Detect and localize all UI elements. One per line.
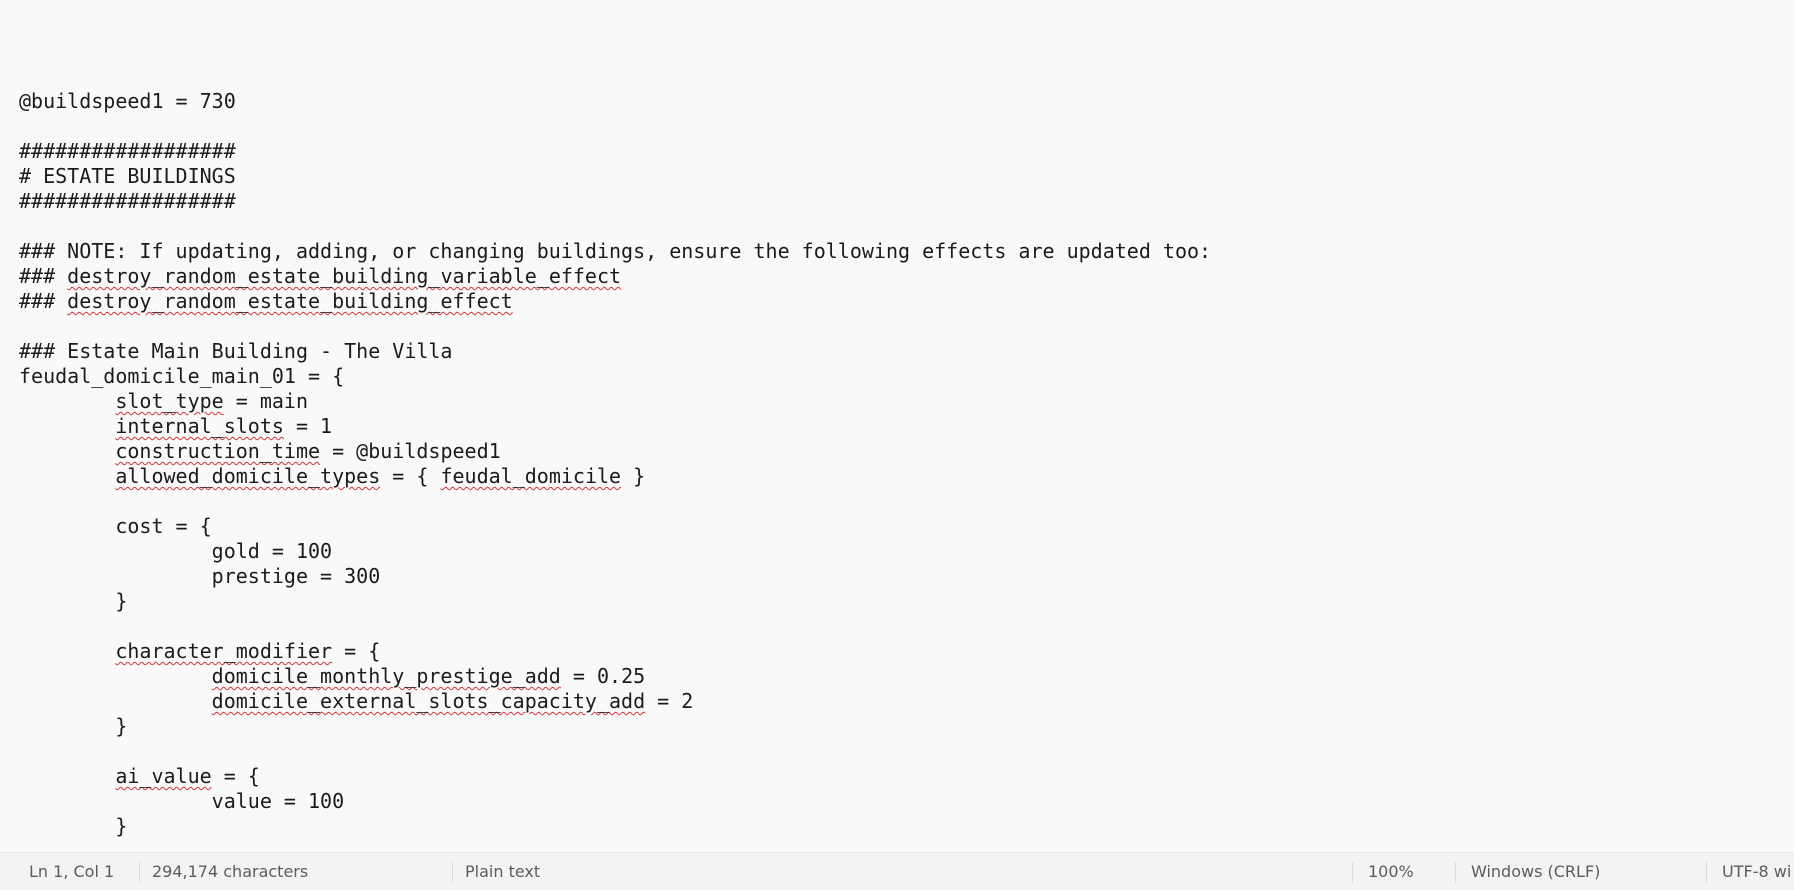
code-line: cost = {	[19, 514, 212, 538]
code-line: ### destroy_random_estate_building_varia…	[19, 264, 622, 288]
misspelled-word[interactable]: domicile_external_slots_capacity_add	[212, 689, 645, 713]
status-separator	[139, 862, 140, 883]
line-ending[interactable]: Windows (CRLF)	[1471, 853, 1600, 890]
misspelled-word[interactable]: slot_type	[115, 389, 223, 413]
misspelled-word[interactable]: construction_time	[115, 439, 320, 463]
status-separator	[1352, 862, 1353, 883]
encoding[interactable]: UTF-8 wi	[1722, 853, 1791, 890]
code-line: ##################	[19, 139, 236, 163]
character-count: 294,174 characters	[152, 862, 309, 881]
text-editor-area[interactable]: @buildspeed1 = 730 ################## # ES…	[0, 0, 1794, 852]
code-line: }	[19, 714, 128, 738]
code-line: }	[19, 814, 128, 838]
notepad-window: @buildspeed1 = 730 ################## # ES…	[0, 0, 1794, 890]
document-text[interactable]: @buildspeed1 = 730 ################## # ES…	[19, 64, 1211, 852]
code-line: value = 100	[19, 789, 345, 813]
misspelled-word[interactable]: internal_slots	[115, 414, 284, 438]
code-line: internal_slots = 1	[115, 414, 333, 438]
misspelled-word[interactable]: destroy_random_estate_building_effect	[67, 289, 513, 313]
status-separator	[452, 862, 453, 883]
misspelled-word[interactable]: domicile_monthly_prestige_add	[212, 664, 561, 688]
code-line: @buildspeed1 = 730	[19, 89, 236, 113]
code-line: domicile_monthly_prestige_add = 0.25	[211, 664, 646, 688]
text-format[interactable]: Plain text	[465, 853, 540, 890]
code-line: ### NOTE: If updating, adding, or changi…	[19, 239, 1212, 263]
code-line: ##################	[19, 189, 236, 213]
code-line: ai_value = {	[115, 764, 260, 788]
code-line: ### Estate Main Building - The Villa	[19, 339, 453, 363]
code-line: }	[19, 589, 128, 613]
code-line: # ESTATE BUILDINGS	[19, 164, 236, 188]
status-bar: Ln 1, Col 1 294,174 characters Plain tex…	[0, 852, 1794, 890]
status-separator	[1706, 862, 1707, 883]
misspelled-word[interactable]: feudal_domicile	[440, 464, 621, 488]
misspelled-word[interactable]: destroy_random_estate_building_variable_…	[67, 264, 621, 288]
code-line: gold = 100	[19, 539, 333, 563]
status-separator	[1455, 862, 1456, 883]
cursor-position[interactable]: Ln 1, Col 1	[29, 853, 114, 890]
code-line: prestige = 300	[19, 564, 381, 588]
misspelled-word[interactable]: ai_value	[115, 764, 211, 788]
code-line: domicile_external_slots_capacity_add = 2	[211, 689, 694, 713]
misspelled-word[interactable]: allowed_domicile_types	[115, 464, 380, 488]
misspelled-word[interactable]: character_modifier	[115, 639, 332, 663]
code-line: ### destroy_random_estate_building_effec…	[19, 289, 513, 313]
code-line: construction_time = @buildspeed1	[115, 439, 501, 463]
code-line: allowed_domicile_types = { feudal_domici…	[115, 464, 646, 488]
code-line: character_modifier = {	[115, 639, 381, 663]
zoom-level[interactable]: 100%	[1368, 853, 1414, 890]
code-line: feudal_domicile_main_01 = {	[19, 364, 345, 388]
code-line: slot_type = main	[115, 389, 308, 413]
